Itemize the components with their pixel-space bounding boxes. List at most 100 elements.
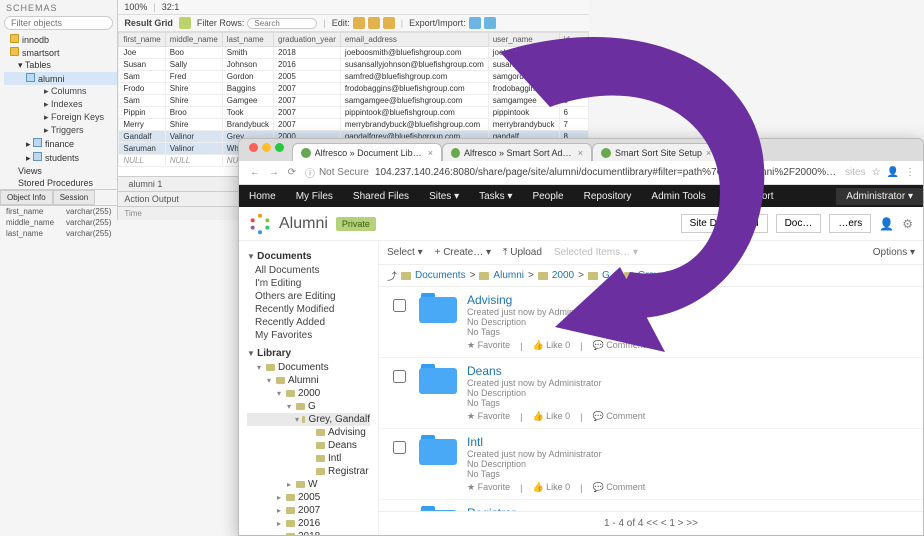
security-indicator[interactable]: ⓘ Not Secure — [305, 165, 369, 180]
schema-filter-input[interactable] — [4, 16, 113, 30]
doc-filter-item[interactable]: I'm Editing — [247, 277, 370, 290]
doc-filter-item[interactable]: Others are Editing — [247, 290, 370, 303]
new-tab-button[interactable]: + — [720, 147, 738, 161]
members-button[interactable]: …ers — [829, 214, 871, 233]
session-tab[interactable]: Session — [53, 190, 95, 205]
favorite-action[interactable]: ★ Favorite — [467, 411, 510, 422]
filter-rows-input[interactable] — [247, 18, 317, 29]
grid-icon[interactable] — [179, 17, 191, 29]
table-row[interactable]: MerryShireBrandybuck2007merrybrandybuck@… — [119, 119, 589, 131]
comment-action[interactable]: 💬 Comment — [593, 340, 646, 351]
nav-item[interactable]: Sites ▾ — [419, 191, 469, 202]
library-tree[interactable]: ▾Documents ▾Alumni ▾2000 ▾G ▾Grey, Ganda… — [247, 361, 370, 535]
minimize-icon[interactable] — [262, 143, 271, 152]
column-header[interactable]: email_address — [340, 33, 488, 47]
like-action[interactable]: 👍 Like 0 — [532, 340, 570, 351]
window-controls[interactable] — [245, 139, 292, 152]
pager[interactable]: 1 - 4 of 4 << < 1 > >> — [379, 511, 923, 535]
browser-tab[interactable]: Smart Sort Site Setup × — [592, 143, 720, 161]
comment-action[interactable]: 💬 Comment — [593, 482, 646, 493]
browser-tab[interactable]: Alfresco » Smart Sort Admin C × — [442, 143, 592, 161]
select-menu[interactable]: Select ▾ — [387, 247, 423, 258]
edit-icon[interactable] — [368, 17, 380, 29]
table-row[interactable]: SusanSallyJohnson2016susansallyjohnson@b… — [119, 59, 589, 71]
folder-name[interactable]: Advising — [467, 293, 913, 307]
doc-filter-item[interactable]: Recently Added — [247, 316, 370, 329]
folder-name[interactable]: Intl — [467, 435, 913, 449]
breadcrumb-link[interactable]: Alumni — [493, 270, 524, 281]
selected-items-menu[interactable]: Selected Items… ▾ — [554, 247, 638, 258]
folder-name[interactable]: Deans — [467, 364, 913, 378]
import-icon[interactable] — [484, 17, 496, 29]
edit-icon[interactable] — [383, 17, 395, 29]
url-field[interactable]: 104.237.140.246:8080/share/page/site/alu… — [375, 167, 839, 178]
column-header[interactable]: graduation_year — [274, 33, 341, 47]
row-checkbox[interactable] — [393, 299, 406, 312]
table-row[interactable]: SamShireGamgee2007samgamgee@bluefishgrou… — [119, 95, 589, 107]
breadcrumb-link[interactable]: 2000 — [552, 270, 574, 281]
user-icon[interactable]: 👤 — [879, 217, 894, 231]
star-icon[interactable]: ☆ — [872, 167, 881, 178]
zoom-icon[interactable] — [275, 143, 284, 152]
column-header[interactable]: first_name — [119, 33, 165, 47]
favorite-action[interactable]: ★ Favorite — [467, 340, 510, 351]
document-library-button[interactable]: Doc… — [776, 214, 822, 233]
gear-icon[interactable]: ⚙ — [902, 217, 913, 231]
back-icon[interactable]: ← — [247, 167, 263, 178]
breadcrumb-link[interactable]: Grey, Gandalf — [638, 270, 700, 281]
column-header[interactable]: last_name — [222, 33, 273, 47]
doc-filter-item[interactable]: All Documents — [247, 264, 370, 277]
nav-item[interactable]: Admin Tools — [641, 191, 715, 202]
row-checkbox[interactable] — [393, 370, 406, 383]
nav-item[interactable]: People — [522, 191, 573, 202]
upload-button[interactable]: ⤒ Upload — [503, 247, 542, 258]
forward-icon[interactable]: → — [266, 167, 282, 178]
up-icon[interactable]: ⤴ — [387, 268, 397, 283]
nav-item[interactable]: Smart Sort — [716, 191, 784, 202]
nav-item[interactable]: Home — [239, 191, 286, 202]
object-info-tab[interactable]: Object Info — [0, 190, 53, 205]
breadcrumb-link[interactable]: G — [602, 270, 610, 281]
breadcrumb-link[interactable]: Documents — [415, 270, 466, 281]
column-header[interactable]: middle_name — [165, 33, 222, 47]
close-tab-icon[interactable]: × — [706, 148, 711, 158]
table-row[interactable]: PippinBrooTook2007pippintook@bluefishgro… — [119, 107, 589, 119]
schema-tree[interactable]: innodb smartsort ▾ Tables alumni ▸ Colum… — [0, 33, 117, 189]
column-header[interactable]: user_name — [488, 33, 559, 47]
close-tab-icon[interactable]: × — [428, 148, 433, 158]
create-menu[interactable]: + Create… ▾ — [435, 247, 491, 258]
close-icon[interactable] — [249, 143, 258, 152]
export-icon[interactable] — [469, 17, 481, 29]
edit-icon[interactable] — [353, 17, 365, 29]
doc-filter-item[interactable]: Recently Modified — [247, 303, 370, 316]
nav-item[interactable]: Repository — [574, 191, 642, 202]
folder-row[interactable]: Registrar Created just now by Administra… — [379, 500, 923, 511]
doc-filter-item[interactable]: My Favorites — [247, 329, 370, 342]
folder-row[interactable]: Advising Created just now by Administrat… — [379, 287, 923, 358]
nav-buttons[interactable]: ← → ⟳ — [247, 167, 299, 178]
nav-item[interactable]: Tasks ▾ — [469, 191, 522, 202]
reload-icon[interactable]: ⟳ — [285, 167, 299, 178]
library-heading[interactable]: Library — [247, 348, 370, 359]
row-checkbox[interactable] — [393, 441, 406, 454]
user-menu[interactable]: Administrator ▾ — [836, 188, 923, 205]
browser-tab[interactable]: Alfresco » Document Library × — [292, 143, 442, 161]
nav-item[interactable]: My Files — [286, 191, 343, 202]
like-action[interactable]: 👍 Like 0 — [532, 482, 570, 493]
table-row[interactable]: SamFredGordon2005samfred@bluefishgroup.c… — [119, 71, 589, 83]
site-dashboard-button[interactable]: Site Dashboard — [681, 214, 768, 233]
nav-item[interactable]: Shared Files — [343, 191, 419, 202]
favorite-action[interactable]: ★ Favorite — [467, 482, 510, 493]
options-menu[interactable]: Options ▾ — [873, 247, 915, 258]
close-tab-icon[interactable]: × — [578, 148, 583, 158]
table-row[interactable]: JoeBooSmith2018joeboosmith@bluefishgroup… — [119, 47, 589, 59]
folder-row[interactable]: Intl Created just now by Administrator N… — [379, 429, 923, 500]
like-action[interactable]: 👍 Like 0 — [532, 411, 570, 422]
comment-action[interactable]: 💬 Comment — [593, 411, 646, 422]
profile-icon[interactable]: 👤 — [887, 167, 899, 178]
column-header[interactable]: id — [559, 33, 588, 47]
table-row[interactable]: FrodoShireBaggins2007frodobaggins@bluefi… — [119, 83, 589, 95]
menu-icon[interactable]: ⋮ — [905, 167, 915, 178]
documents-heading[interactable]: Documents — [247, 251, 370, 262]
folder-row[interactable]: Deans Created just now by Administrator … — [379, 358, 923, 429]
